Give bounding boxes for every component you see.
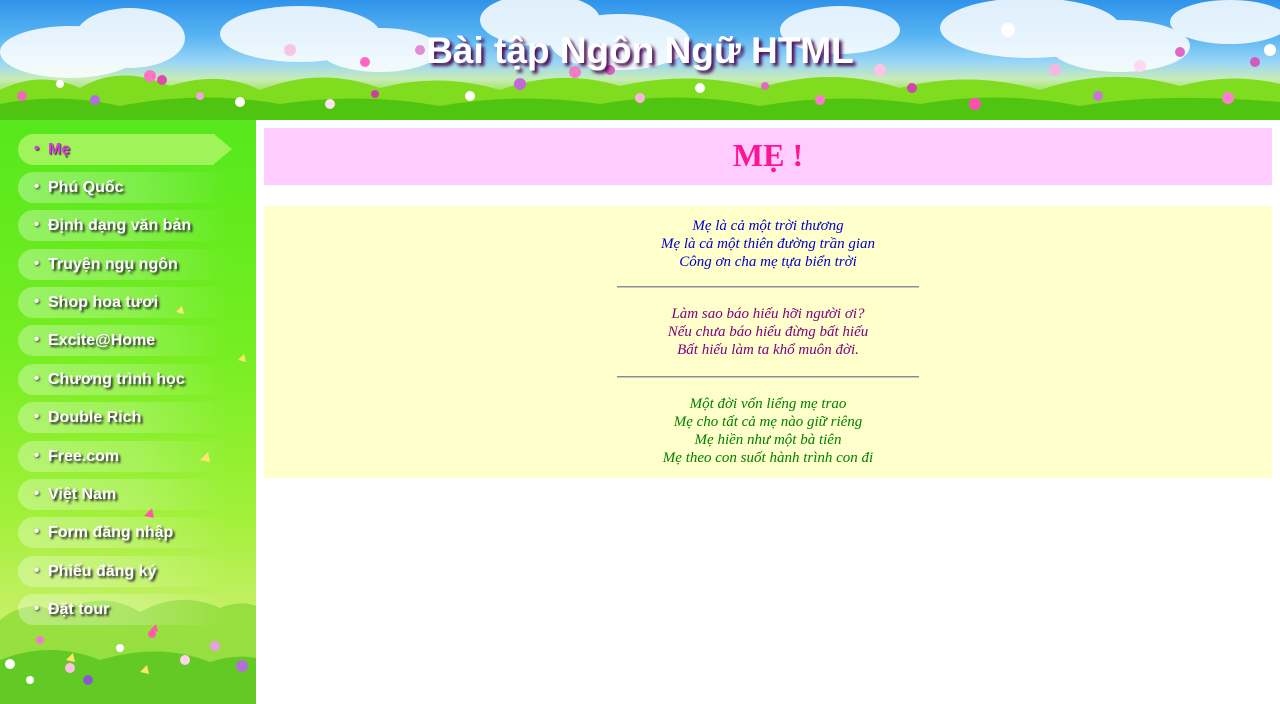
sidebar-item-label: Mẹ	[48, 141, 71, 158]
site-title: Bài tập Ngôn Ngữ HTML	[426, 30, 854, 71]
poem-stanza: Mẹ là cả một trời thương Mẹ là cả một th…	[264, 217, 1272, 271]
bullet-icon: •	[34, 485, 40, 502]
horizontal-divider	[617, 286, 919, 288]
bullet-icon: •	[34, 293, 40, 310]
sidebar-item-phu-quoc[interactable]: • Phú Quốc	[18, 172, 228, 203]
bullet-icon: •	[34, 255, 40, 272]
sidebar-item-label: Form đăng nhập	[48, 524, 174, 541]
sidebar-item-truyen-ngu-ngon[interactable]: • Truyện ngụ ngôn	[18, 249, 228, 280]
poem-line: Công ơn cha mẹ tựa biển trời	[679, 254, 857, 270]
sidebar-item-phieu-dang-ky[interactable]: • Phiếu đăng ký	[18, 556, 228, 587]
sidebar-item-label: Đặt tour	[48, 601, 110, 618]
sidebar-item-excite-home[interactable]: • Excite@Home	[18, 325, 228, 356]
sidebar-item-label: Double Rich	[48, 409, 142, 426]
sidebar-item-label: Phú Quốc	[48, 179, 124, 196]
sidebar-item-dinh-dang-van-ban[interactable]: • Định dạng văn bản	[18, 210, 228, 241]
poem-line: Mẹ là cả một thiên đường trần gian	[660, 236, 876, 252]
sidebar-item-chuong-trinh-hoc[interactable]: • Chương trình học	[18, 364, 228, 395]
page-title-box: MẸ !	[264, 128, 1272, 185]
page-title: MẸ !	[732, 137, 804, 173]
sidebar-item-double-rich[interactable]: • Double Rich	[18, 402, 228, 433]
bullet-icon: •	[34, 216, 40, 233]
sidebar-item-form-dang-nhap[interactable]: • Form đăng nhập	[18, 517, 228, 548]
sidebar-item-label: Shop hoa tươi	[48, 294, 159, 311]
sidebar-item-shop-hoa-tuoi[interactable]: • Shop hoa tươi	[18, 287, 228, 318]
poem-line: Làm sao báo hiếu hỡi người ơi?	[671, 306, 865, 322]
poem-line: Mẹ cho tất cả mẹ nào giữ riêng	[673, 414, 863, 430]
sidebar-item-dat-tour[interactable]: • Đặt tour	[18, 594, 228, 625]
bullet-icon: •	[34, 523, 40, 540]
bullet-icon: •	[34, 140, 40, 157]
poem-line: Một đời vốn liếng mẹ trao	[689, 396, 847, 412]
poem-stanza: Một đời vốn liếng mẹ trao Mẹ cho tất cả …	[264, 395, 1272, 467]
sidebar-item-label: Truyện ngụ ngôn	[48, 256, 178, 273]
sidebar-item-label: Định dạng văn bản	[48, 217, 192, 234]
poem-line: Mẹ là cả một trời thương	[692, 218, 844, 234]
sidebar-item-label: Phiếu đăng ký	[48, 563, 157, 580]
sidebar-item-label: Excite@Home	[48, 332, 156, 349]
poem-box: Mẹ là cả một trời thương Mẹ là cả một th…	[264, 206, 1272, 478]
poem-stanza: Làm sao báo hiếu hỡi người ơi? Nếu chưa …	[264, 305, 1272, 359]
sidebar-nav: • Mẹ • Phú Quốc • Định dạng văn bản • Tr…	[0, 120, 256, 704]
poem-line: Mẹ hiền như một bà tiên	[694, 432, 842, 448]
sidebar-item-label: Việt Nam	[48, 486, 117, 503]
poem-line: Mẹ theo con suốt hành trình con đi	[662, 450, 874, 466]
poem-line: Nếu chưa báo hiếu đừng bất hiếu	[667, 324, 869, 340]
bullet-icon: •	[34, 331, 40, 348]
sidebar-item-free-com[interactable]: • Free.com	[18, 441, 228, 472]
bullet-icon: •	[34, 600, 40, 617]
sidebar-item-viet-nam[interactable]: • Việt Nam	[18, 479, 228, 510]
poem-line: Bất hiếu làm ta khổ muôn đời.	[677, 342, 859, 358]
horizontal-divider	[617, 376, 919, 378]
sidebar-item-label: Free.com	[48, 448, 120, 465]
bullet-icon: •	[34, 370, 40, 387]
sidebar-item-me[interactable]: • Mẹ	[18, 134, 232, 165]
bullet-icon: •	[34, 447, 40, 464]
bullet-icon: •	[34, 408, 40, 425]
bullet-icon: •	[34, 562, 40, 579]
bullet-icon: •	[34, 178, 40, 195]
header-banner: Bài tập Ngôn Ngữ HTML	[0, 0, 1280, 120]
sidebar-item-label: Chương trình học	[48, 371, 185, 388]
